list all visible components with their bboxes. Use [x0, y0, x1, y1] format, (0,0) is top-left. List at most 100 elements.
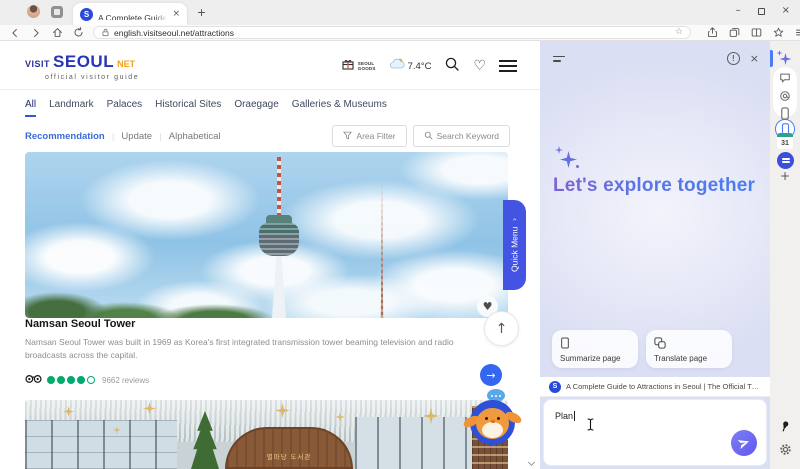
sparkle-dot — [576, 165, 579, 168]
mascot-beak — [491, 420, 495, 423]
sort-separator: | — [159, 132, 162, 141]
split-screen-icon[interactable] — [750, 27, 762, 39]
sort-option-alphabetical[interactable]: Alphabetical — [169, 131, 221, 142]
tab-close-icon[interactable]: × — [172, 9, 180, 19]
tower-observation-deck — [259, 223, 299, 256]
minimize-button[interactable]: – — [736, 6, 741, 16]
search-keyword-button[interactable]: Search Keyword — [413, 125, 510, 147]
tower-shaft — [272, 256, 286, 318]
visitseoul-logo[interactable]: VISIT SEOUL NET official visitor guide — [25, 52, 139, 81]
nav-tab-landmark[interactable]: Landmark — [49, 99, 93, 117]
keyword-search-icon — [424, 131, 433, 142]
nav-tab-historical-sites[interactable]: Historical Sites — [155, 99, 221, 117]
search-keyword-label: Search Keyword — [437, 131, 499, 141]
refresh-icon[interactable] — [72, 27, 84, 39]
tab-title-wrap: A Complete Guide to Attr — [98, 8, 167, 20]
edge-sidebar: 31 + — [770, 41, 800, 469]
translate-page-chip[interactable]: Translate page — [646, 330, 732, 368]
nav-tab-palaces[interactable]: Palaces — [107, 99, 143, 117]
arrow-right-icon: → — [486, 370, 495, 381]
bookmark-star-icon[interactable]: ☆ — [675, 28, 683, 37]
rating-dot — [77, 376, 85, 384]
link-icon[interactable] — [779, 89, 791, 107]
sidebar-add-icon[interactable]: + — [770, 169, 800, 183]
rating-dot — [67, 376, 75, 384]
chatbot-mascot[interactable] — [470, 389, 518, 451]
site-nav: All Landmark Palaces Historical Sites Or… — [25, 99, 387, 117]
new-tab-button[interactable]: + — [194, 5, 209, 20]
site-menu-icon[interactable] — [499, 60, 517, 72]
context-page-title: A Complete Guide to Attractions in Seoul… — [566, 382, 761, 391]
calendar-day: 31 — [781, 140, 789, 147]
ibeam-cursor — [586, 418, 595, 436]
sort-option-recommendation[interactable]: Recommendation — [25, 131, 105, 142]
quick-menu-tab[interactable]: Quick Menu › — [503, 200, 526, 290]
rating-dot — [57, 376, 65, 384]
chip-label: Translate page — [654, 354, 724, 363]
sparkle-small — [555, 146, 563, 154]
scroll-to-top-button[interactable]: ↑ — [484, 311, 519, 346]
maximize-button[interactable] — [758, 8, 765, 15]
chat-icon[interactable] — [779, 71, 791, 89]
funnel-icon — [343, 131, 352, 142]
mascot-belly — [482, 422, 503, 438]
favorites-icon[interactable] — [772, 27, 784, 39]
browser-tab[interactable]: S A Complete Guide to Attr × — [73, 3, 187, 25]
share-icon[interactable] — [706, 27, 718, 39]
heart-icon: ♥ — [483, 301, 493, 312]
quick-menu-chevron-icon: › — [510, 218, 519, 221]
page-context-bar[interactable]: S A Complete Guide to Attractions in Seo… — [540, 377, 770, 397]
send-button[interactable] — [731, 430, 757, 456]
sidebar-tools-group — [773, 67, 797, 117]
weather-widget[interactable]: 7.4°C — [389, 57, 432, 75]
area-filter-button[interactable]: Area Filter — [332, 125, 406, 147]
window-close-button[interactable]: × — [782, 6, 790, 16]
header-divider — [0, 89, 540, 90]
seoul-goods-button[interactable]: SEOULGOODS — [341, 57, 376, 76]
context-favicon: S — [549, 381, 561, 393]
pin-sidebar-icon[interactable] — [770, 420, 800, 432]
sort-option-update[interactable]: Update — [121, 131, 152, 142]
namsan-tower-photo[interactable] — [25, 152, 508, 318]
rating-dot — [47, 376, 55, 384]
library-sign: 별마당 도서관 — [225, 427, 353, 469]
attraction-card[interactable]: Namsan Seoul Tower Namsan Seoul Tower wa… — [25, 318, 508, 396]
card-description: Namsan Seoul Tower was built in 1969 as … — [25, 336, 495, 362]
calendar-icon[interactable]: 31 — [777, 133, 793, 149]
settings-gear-icon[interactable] — [770, 443, 800, 456]
tripadvisor-icon — [25, 371, 42, 389]
card-detail-button[interactable]: → — [480, 364, 502, 386]
shop-badge-icon[interactable] — [777, 152, 794, 169]
chip-label: Summarize page — [560, 354, 630, 363]
sidebar-ai-icon[interactable] — [770, 51, 800, 66]
url-bar[interactable]: english.visitseoul.net/attractions ☆ — [93, 26, 691, 39]
collections-icon[interactable] — [728, 27, 740, 39]
site-search-icon[interactable] — [444, 56, 460, 77]
seoul-goods-label: SEOULGOODS — [358, 61, 376, 72]
profile-avatar[interactable] — [27, 5, 40, 18]
panel-header: ! × — [553, 52, 759, 65]
browser-menu-icon[interactable] — [794, 27, 800, 39]
summarize-page-chip[interactable]: Summarize page — [552, 330, 638, 368]
review-count: 9662 reviews — [102, 376, 149, 385]
forward-icon[interactable] — [30, 27, 42, 39]
quick-menu-label: Quick Menu — [510, 226, 520, 271]
panel-menu-icon[interactable] — [553, 56, 565, 62]
site-header-icons: SEOULGOODS 7.4°C ♡ — [341, 56, 517, 77]
chat-input[interactable]: Plan — [543, 399, 767, 466]
nav-tab-oraegage[interactable]: Oraegage — [234, 99, 278, 117]
favorites-heart-icon[interactable]: ♡ — [473, 59, 486, 73]
weather-cloud-icon — [389, 57, 405, 75]
starfield-library-photo[interactable]: 별마당 도서관 — [25, 400, 508, 469]
chat-input-text: Plan — [555, 411, 573, 421]
browser-window: S A Complete Guide to Attr × + – × eng — [0, 0, 800, 469]
workspaces-icon[interactable] — [51, 6, 63, 18]
panel-close-icon[interactable]: × — [750, 53, 759, 64]
nav-tab-all[interactable]: All — [25, 99, 36, 117]
page-scroll-down-icon[interactable] — [528, 459, 535, 466]
nav-tab-galleries-museums[interactable]: Galleries & Museums — [292, 99, 387, 117]
info-icon[interactable]: ! — [727, 52, 740, 65]
logo-visit: VISIT — [25, 59, 50, 69]
home-icon[interactable] — [51, 27, 63, 39]
back-icon[interactable] — [9, 27, 21, 39]
